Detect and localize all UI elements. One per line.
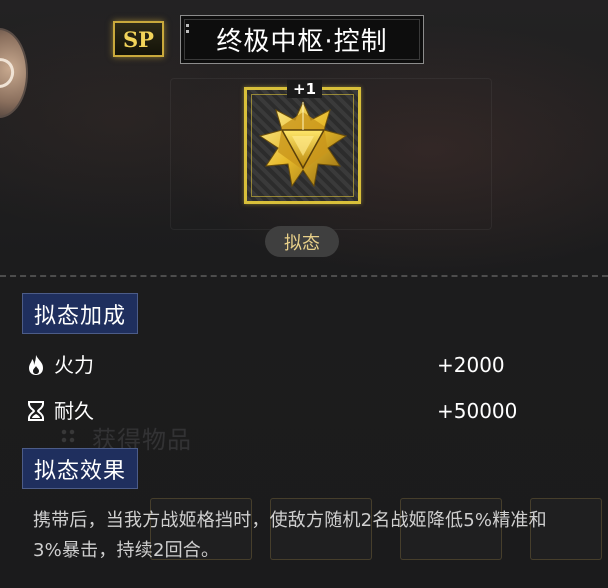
stat-row-firepower: 火力 +2000 bbox=[26, 350, 536, 380]
stat-label: 火力 bbox=[54, 353, 94, 377]
item-title-box: 终极中枢·控制 bbox=[180, 15, 424, 64]
effect-description: 携带后，当我方战姬格挡时，使敌方随机2名战姬降低5%精准和3%暴击，持续2回合。 bbox=[33, 510, 547, 561]
golden-star-crystal-icon bbox=[258, 100, 348, 188]
stat-value: +50000 bbox=[437, 399, 518, 423]
item-title: 终极中枢·控制 bbox=[216, 27, 388, 57]
stat-label: 耐久 bbox=[54, 399, 94, 423]
hourglass-icon bbox=[28, 401, 44, 421]
mimic-tag: 拟态 bbox=[265, 226, 339, 257]
sp-badge: SP bbox=[113, 21, 164, 57]
avatar-emblem-icon bbox=[0, 54, 19, 92]
divider bbox=[0, 275, 608, 277]
effect-section-title: 拟态效果 bbox=[22, 448, 139, 489]
bonus-section-title: 拟态加成 bbox=[22, 293, 139, 334]
stat-row-durability: 耐久 +50000 bbox=[26, 396, 536, 426]
enhance-level-tag: +1 bbox=[287, 80, 323, 98]
stat-value: +2000 bbox=[437, 353, 505, 377]
flame-icon bbox=[29, 355, 43, 375]
background-dots-icon bbox=[60, 428, 76, 444]
